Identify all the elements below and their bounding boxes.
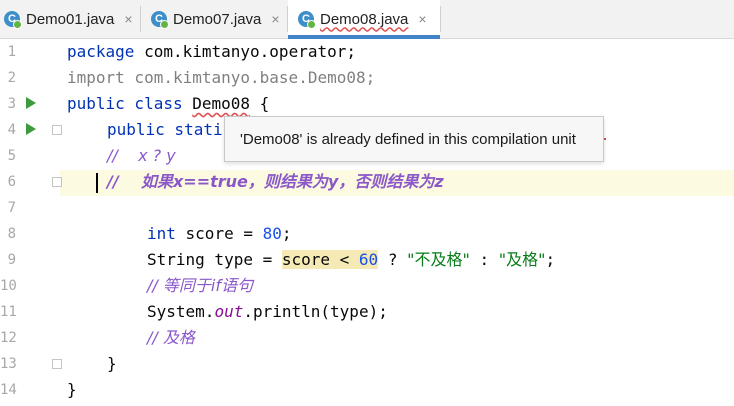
editor-tab-bar: C Demo01.java × C Demo07.java × C Demo08… (0, 0, 734, 39)
code-token: ; (545, 250, 556, 269)
code-token: // (147, 328, 163, 347)
code-token: com.kimtanyo.operator; (134, 42, 356, 61)
code-line-3: public class Demo08 { (67, 91, 269, 117)
line-number: 14 (0, 382, 17, 398)
line-number: 2 (7, 70, 16, 86)
code-line-14: } (67, 380, 77, 399)
editor-gutter[interactable]: 1 2 3 4 5 6 7 8 9 10 11 12 13 14 (0, 39, 62, 406)
close-icon[interactable]: × (418, 11, 426, 27)
tab-demo01[interactable]: C Demo01.java × (0, 0, 140, 38)
code-token: String type = (147, 250, 282, 269)
fold-icon[interactable] (52, 177, 62, 187)
line-number: 7 (7, 200, 16, 216)
code-token: 60 (358, 250, 379, 269)
code-token: // (147, 276, 163, 295)
line-number: 11 (0, 304, 17, 320)
text-caret (96, 173, 98, 193)
code-token: 及格 (162, 328, 195, 347)
code-line-4: public stati (107, 117, 223, 143)
close-icon[interactable]: × (124, 11, 132, 27)
line-number: 8 (7, 226, 16, 242)
line-number: 9 (7, 252, 16, 268)
code-token: .println(type); (243, 302, 388, 321)
error-tooltip: 'Demo08' is already defined in this comp… (224, 116, 604, 162)
code-line-5: // x ? y (107, 146, 176, 165)
fold-icon[interactable] (52, 125, 62, 135)
code-token: package (67, 42, 135, 61)
code-token: 80 (262, 224, 282, 243)
code-token: // (107, 172, 141, 191)
tab-demo07[interactable]: C Demo07.java × (141, 0, 287, 38)
line-number: 10 (0, 278, 17, 294)
code-token: ; (281, 224, 292, 243)
java-class-icon: C (298, 11, 316, 29)
code-line-9: String type = score < 60 ? "不及格" : "及格"; (147, 247, 555, 273)
line-number: 13 (0, 356, 17, 372)
code-line-1: package com.kimtanyo.operator; (67, 39, 356, 65)
tab-label: Demo07.java (173, 10, 262, 28)
code-token: "不及格" (407, 250, 470, 269)
run-class-icon[interactable] (26, 97, 36, 109)
code-token: out (214, 302, 244, 321)
code-line-12: // 及格 (147, 325, 195, 351)
fold-icon[interactable] (52, 359, 62, 369)
highlighted-expression: score < 60 (281, 250, 379, 269)
code-token: score = (175, 224, 263, 243)
code-token: 等同于if语句 (162, 276, 253, 295)
code-token: { (250, 94, 270, 113)
tab-demo08[interactable]: C Demo08.java × (288, 0, 440, 39)
code-line-11: System.out.println(type); (147, 299, 388, 325)
error-tooltip-text: 'Demo08' is already defined in this comp… (240, 130, 576, 148)
line-number: 12 (0, 330, 17, 346)
class-name-error: Demo08 (192, 94, 251, 113)
code-token: public class (67, 94, 183, 113)
code-token: public stati (107, 120, 223, 139)
code-token: "及格" (498, 250, 546, 269)
run-main-icon[interactable] (26, 123, 36, 135)
java-class-icon: C (4, 11, 22, 29)
code-token: score < (281, 250, 359, 269)
code-token: System. (147, 302, 215, 321)
line-number: 6 (7, 174, 16, 190)
line-number: 3 (7, 96, 16, 112)
code-editor[interactable]: 1 2 3 4 5 6 7 8 9 10 11 12 13 14 package… (0, 39, 734, 406)
line-number: 4 (7, 122, 16, 138)
code-line-2: import com.kimtanyo.base.Demo08; (67, 68, 376, 87)
code-line-8: int score = 80; (147, 221, 292, 247)
code-line-10: // 等同于if语句 (147, 273, 253, 299)
code-token: 如果x==true，则结果为y，否则结果为z (140, 172, 444, 191)
code-token: : (469, 250, 499, 269)
tab-label: Demo08.java (320, 10, 409, 28)
code-line-6: // 如果x==true，则结果为y，否则结果为z (107, 169, 444, 195)
code-token: ? (378, 250, 408, 269)
line-number: 5 (7, 148, 16, 164)
tab-label: Demo01.java (26, 10, 115, 28)
line-number: 1 (7, 44, 16, 60)
code-line-13: } (107, 354, 117, 373)
tab-divider (440, 6, 441, 32)
java-class-icon: C (151, 11, 169, 29)
code-token: int (147, 224, 176, 243)
close-icon[interactable]: × (271, 11, 279, 27)
